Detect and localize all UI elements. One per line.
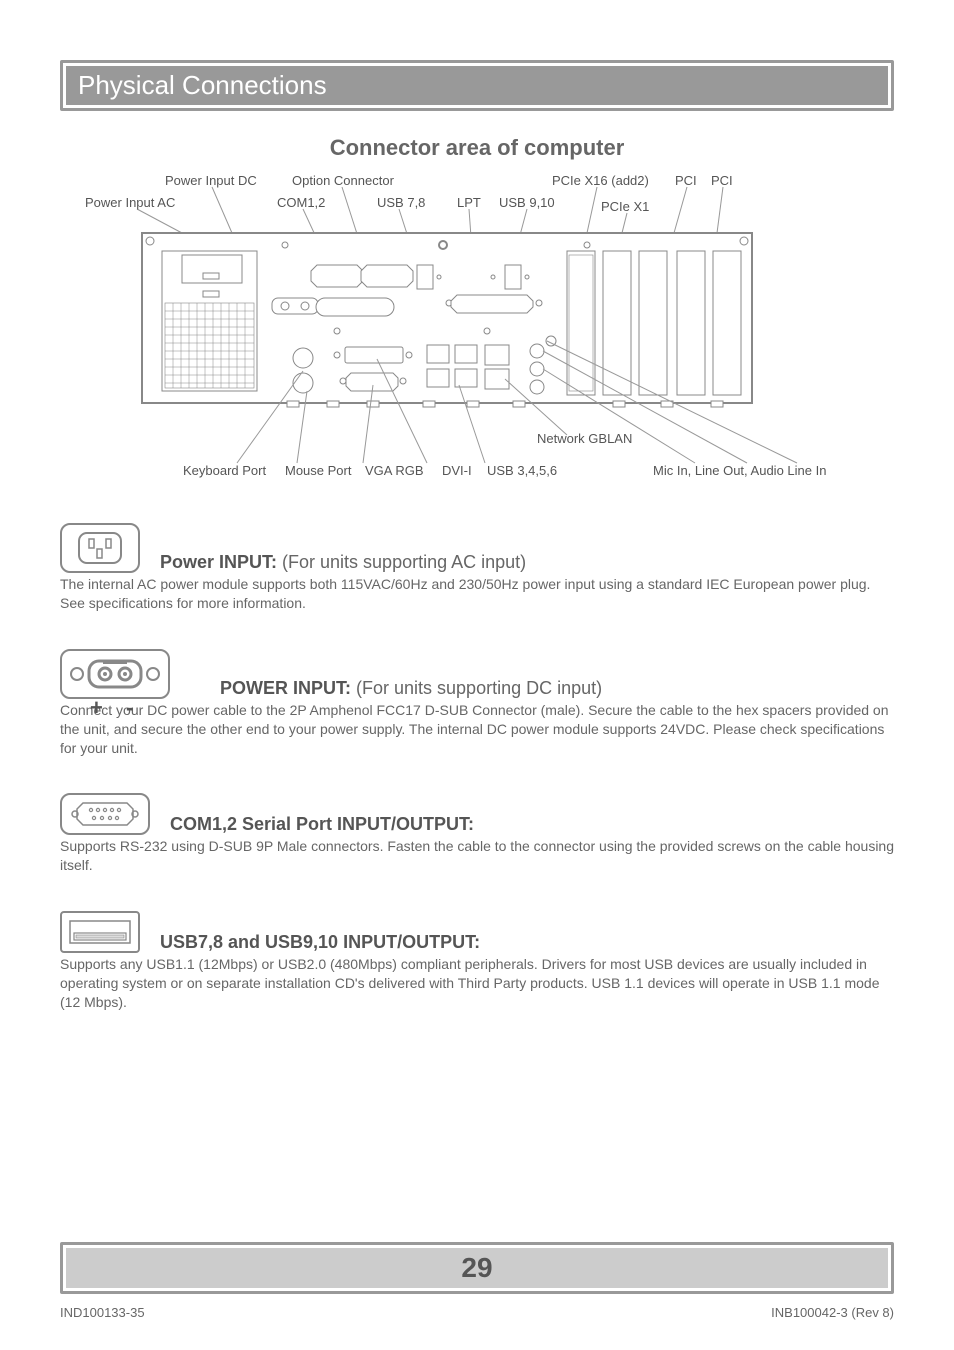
page-number: 29 — [66, 1248, 888, 1288]
label-power-input-ac: Power Input AC — [85, 195, 175, 210]
heading-bold: COM1,2 Serial Port INPUT/OUTPUT: — [170, 814, 474, 834]
dc-connector-icon — [60, 649, 170, 699]
body-power-ac: The internal AC power module supports bo… — [60, 575, 894, 613]
page-number-frame: 29 — [60, 1242, 894, 1294]
label-com12: COM1,2 — [277, 195, 325, 210]
label-network: Network GBLAN — [537, 431, 632, 446]
heading-power-ac: Power INPUT: (For units supporting AC in… — [160, 552, 526, 573]
body-usb: Supports any USB1.1 (12Mbps) or USB2.0 (… — [60, 955, 894, 1012]
heading-bold: Power INPUT: — [160, 552, 277, 572]
db9-icon — [60, 793, 150, 835]
label-lpt: LPT — [457, 195, 481, 210]
body-com: Supports RS-232 using D-SUB 9P Male conn… — [60, 837, 894, 875]
section-power-dc: + - POWER INPUT: (For units supporting D… — [60, 649, 894, 758]
heading-power-dc: POWER INPUT: (For units supporting DC in… — [220, 678, 602, 699]
footer-right: INB100042-3 (Rev 8) — [771, 1305, 894, 1320]
label-usb3456: USB 3,4,5,6 — [487, 463, 557, 478]
label-power-input-dc: Power Input DC — [165, 173, 257, 188]
iec-plug-icon — [60, 523, 140, 573]
connector-diagram: Power Input DC Option Connector PCIe X16… — [67, 173, 887, 483]
connector-svg — [67, 173, 887, 483]
heading-rest: (For units supporting AC input) — [277, 552, 526, 572]
label-usb78: USB 7,8 — [377, 195, 425, 210]
label-audio: Mic In, Line Out, Audio Line In — [653, 463, 826, 478]
title-frame: Physical Connections — [60, 60, 894, 111]
label-dvi: DVI-I — [442, 463, 472, 478]
diagram-subtitle: Connector area of computer — [60, 135, 894, 161]
heading-usb: USB7,8 and USB9,10 INPUT/OUTPUT: — [160, 932, 480, 953]
label-keyboard: Keyboard Port — [183, 463, 266, 478]
heading-rest: (For units supporting DC input) — [351, 678, 602, 698]
heading-bold: POWER INPUT: — [220, 678, 351, 698]
label-mouse: Mouse Port — [285, 463, 351, 478]
usb-port-icon — [60, 911, 140, 953]
label-vga: VGA RGB — [365, 463, 424, 478]
section-com: COM1,2 Serial Port INPUT/OUTPUT: Support… — [60, 793, 894, 875]
dc-minus-label: - — [126, 695, 133, 721]
label-usb910: USB 9,10 — [499, 195, 555, 210]
heading-com: COM1,2 Serial Port INPUT/OUTPUT: — [170, 814, 474, 835]
footer-left: IND100133-35 — [60, 1305, 145, 1320]
document-page: Physical Connections Connector area of c… — [0, 0, 954, 1350]
section-usb: USB7,8 and USB9,10 INPUT/OUTPUT: Support… — [60, 911, 894, 1012]
body-power-dc: Connect your DC power cable to the 2P Am… — [60, 701, 894, 758]
label-pcie-x1: PCIe X1 — [601, 199, 649, 214]
label-option-connector: Option Connector — [292, 173, 394, 188]
dc-plus-label: + — [90, 695, 103, 721]
label-pci-2: PCI — [711, 173, 733, 188]
page-title: Physical Connections — [66, 66, 888, 105]
section-power-ac: Power INPUT: (For units supporting AC in… — [60, 523, 894, 613]
label-pcie-x16: PCIe X16 (add2) — [552, 173, 649, 188]
heading-bold: USB7,8 and USB9,10 INPUT/OUTPUT: — [160, 932, 480, 952]
footer: IND100133-35 INB100042-3 (Rev 8) — [60, 1305, 894, 1320]
label-pci-1: PCI — [675, 173, 697, 188]
